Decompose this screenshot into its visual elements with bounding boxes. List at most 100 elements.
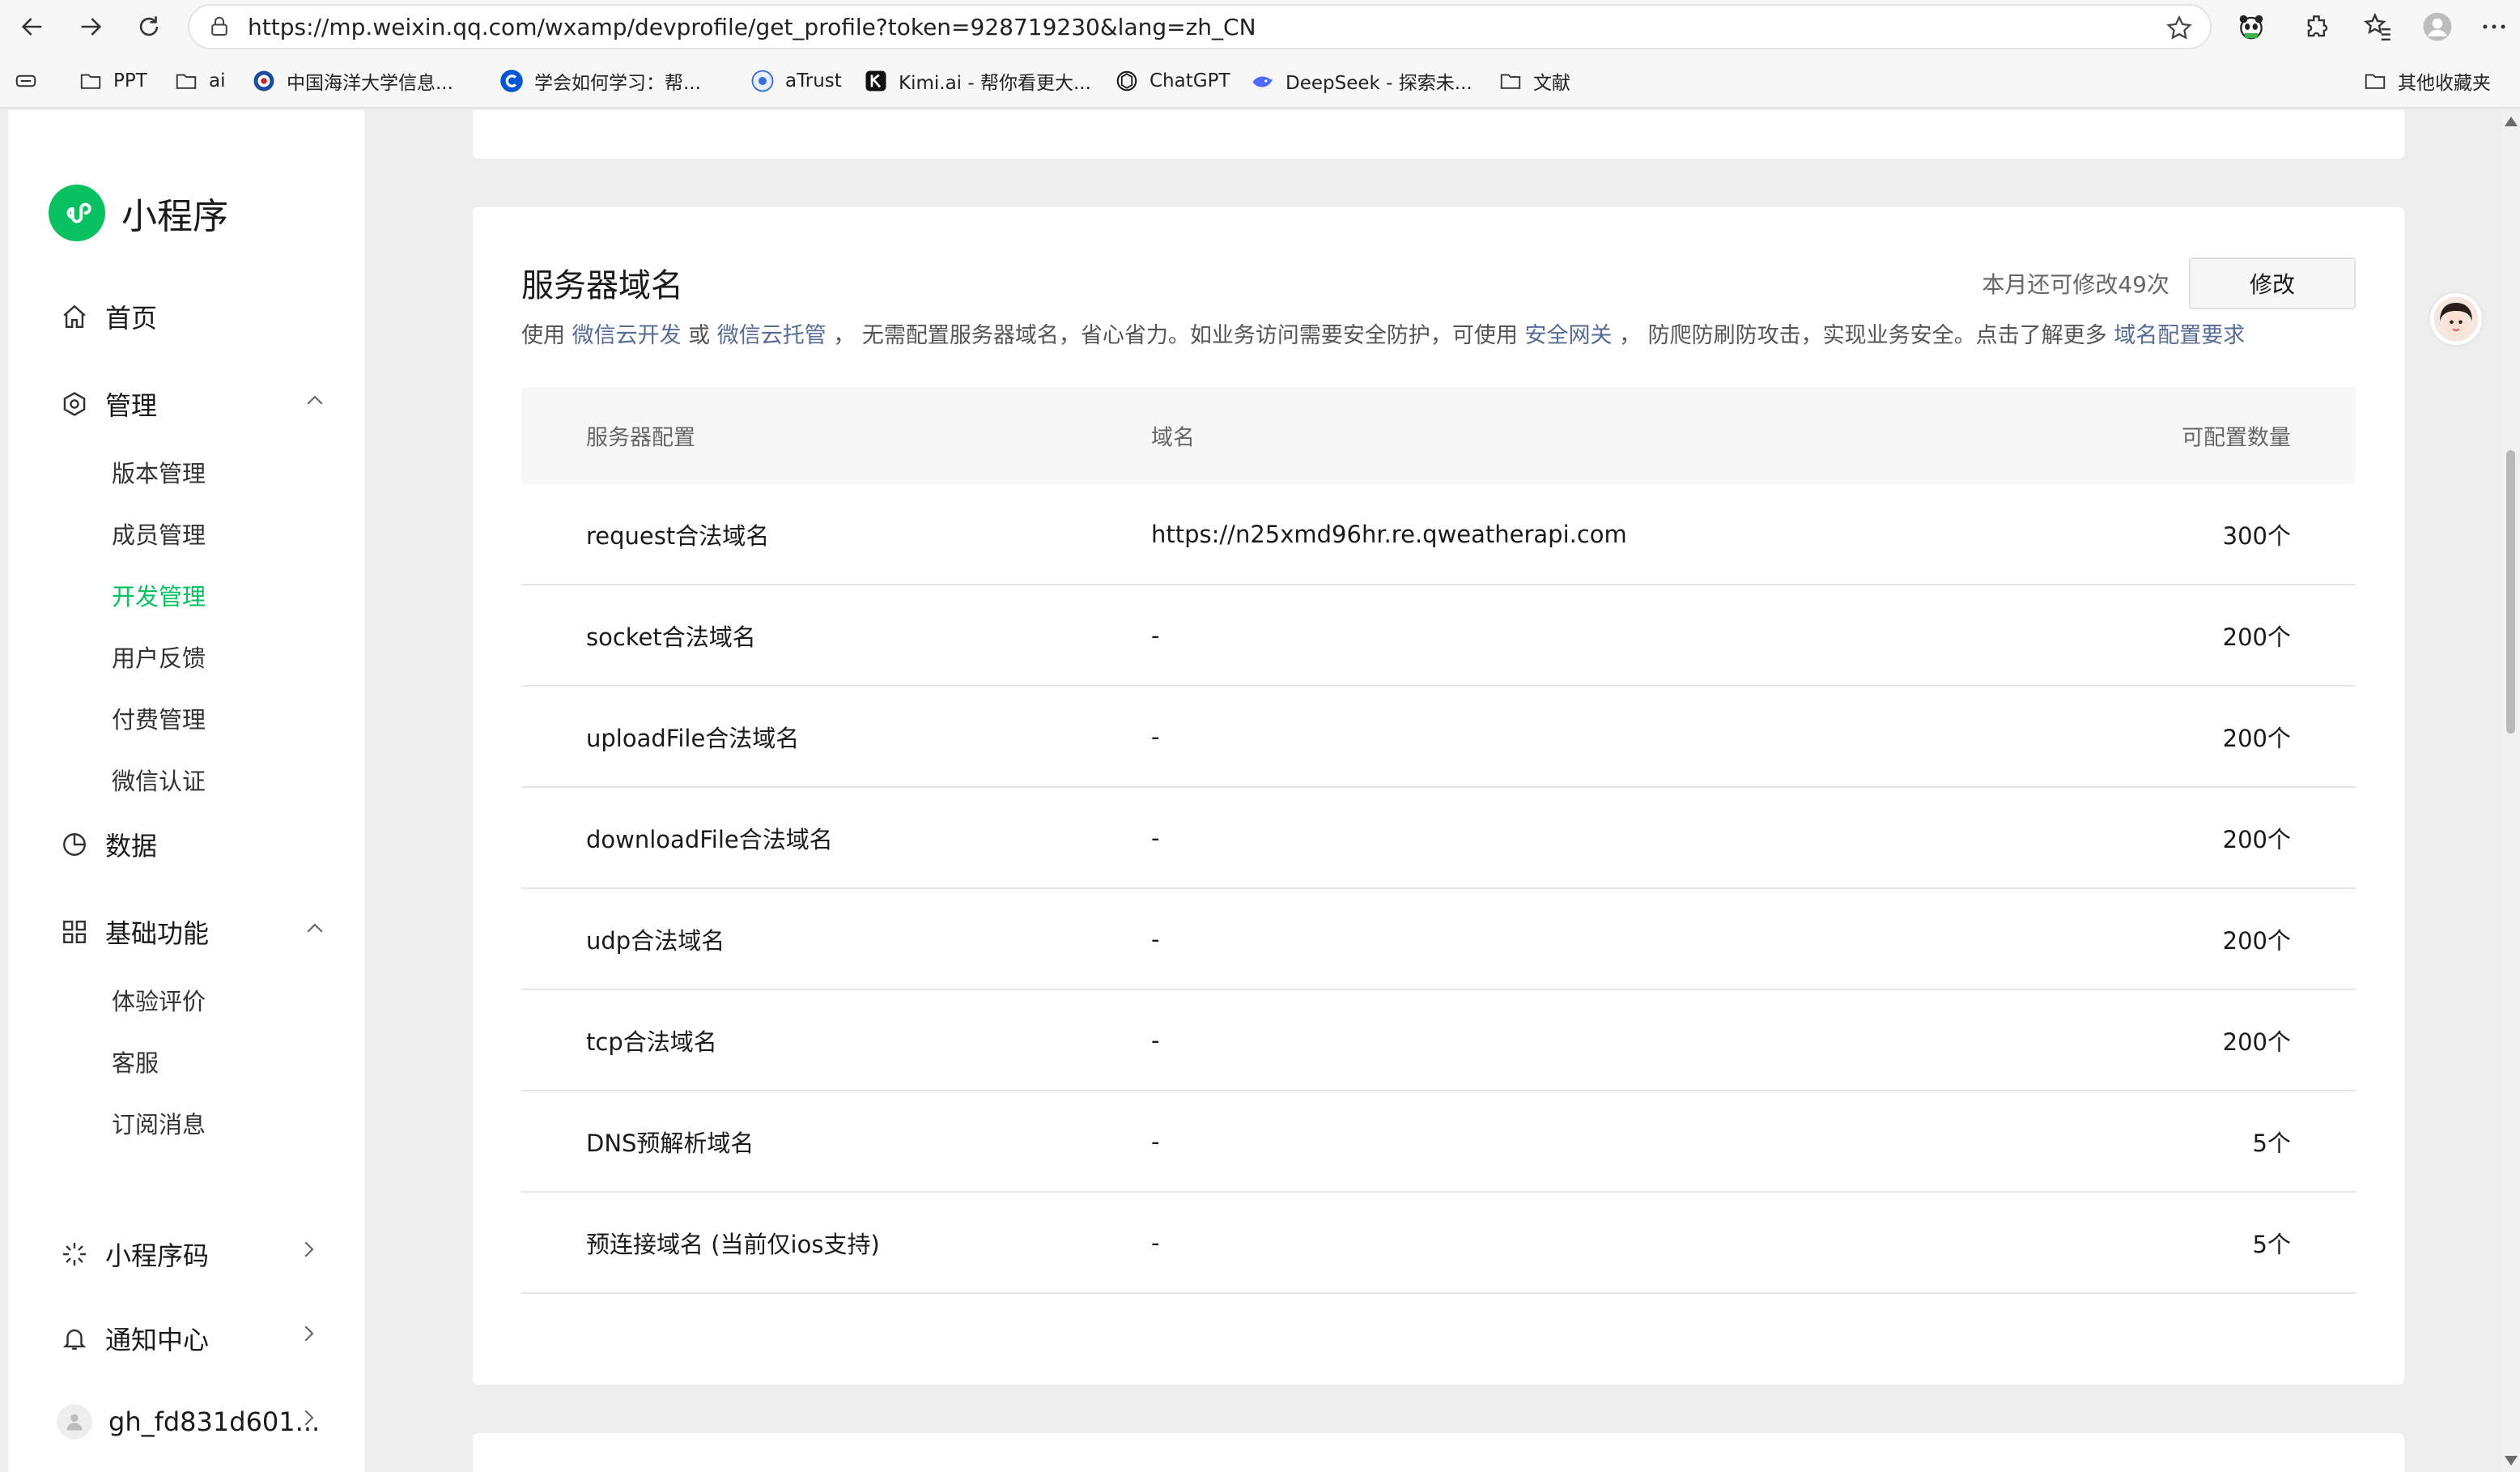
forward-button[interactable] <box>68 4 113 49</box>
app-logo[interactable]: 小程序 <box>49 185 228 241</box>
scroll-up-arrow[interactable] <box>2505 117 2518 126</box>
sidebar-item-members[interactable]: 成员管理 <box>112 517 206 551</box>
chevron-up-icon[interactable] <box>303 389 327 413</box>
row-domain: - <box>1151 925 1160 953</box>
sidebar-item-payment[interactable]: 付费管理 <box>112 701 206 735</box>
chevron-right-icon[interactable] <box>296 1237 321 1261</box>
chevron-up-icon[interactable] <box>303 917 327 941</box>
table-row: request合法域名 https://n25xmd96hr.re.qweath… <box>521 484 2356 585</box>
nav-label: 数据 <box>105 831 158 862</box>
cloud-hosting-link[interactable]: 微信云托管 <box>717 323 827 348</box>
scroll-thumb[interactable] <box>2506 450 2515 734</box>
settings-hexagon-icon <box>60 389 89 419</box>
browser-toolbar: https://mp.weixin.qq.com/wxamp/devprofil… <box>0 0 2520 53</box>
bookmark-label: DeepSeek - 探索未... <box>1285 73 1472 94</box>
row-count: 200个 <box>2222 825 2291 853</box>
nav-qrcode[interactable]: 小程序码 <box>60 1236 209 1273</box>
modify-button[interactable]: 修改 <box>2189 257 2356 309</box>
domain-table: 服务器配置 域名 可配置数量 request合法域名 https://n25xm… <box>521 387 2356 1294</box>
nav-data[interactable]: 数据 <box>60 826 157 863</box>
home-icon <box>60 302 89 331</box>
university-icon <box>251 68 277 94</box>
row-domain: - <box>1151 1026 1160 1054</box>
main-content: 服务器域名 本月还可修改49次 修改 使用 微信云开发 或 微信云托管 ， 无需… <box>0 110 2501 1472</box>
bookmark-atrust[interactable]: aTrust <box>750 65 842 97</box>
other-bookmarks[interactable]: 其他收藏夹 <box>2362 65 2491 97</box>
nav-home[interactable]: 首页 <box>60 298 157 335</box>
security-gateway-link[interactable]: 安全网关 <box>1525 323 1613 348</box>
nav-basic-features[interactable]: 基础功能 <box>60 913 209 951</box>
bookmark-deepseek[interactable]: DeepSeek - 探索未... <box>1250 65 1472 97</box>
chevron-right-icon[interactable] <box>296 1406 321 1430</box>
page-scrollbar[interactable] <box>2501 110 2520 1472</box>
sidebar-item-subscription[interactable]: 订阅消息 <box>112 1106 206 1140</box>
nav-manage[interactable]: 管理 <box>60 385 157 423</box>
row-domain: - <box>1151 823 1160 852</box>
url-text[interactable]: https://mp.weixin.qq.com/wxamp/devprofil… <box>248 14 1256 40</box>
table-row: DNS预解析域名 - 5个 <box>521 1091 2356 1193</box>
table-row: downloadFile合法域名 - 200个 <box>521 788 2356 889</box>
row-count: 200个 <box>2222 623 2291 651</box>
sidebar-item-experience[interactable]: 体验评价 <box>112 983 206 1017</box>
reload-icon <box>139 16 159 36</box>
user-avatar-icon <box>57 1404 92 1440</box>
previous-card <box>473 110 2404 159</box>
row-config: DNS预解析域名 <box>586 1129 754 1157</box>
domain-requirements-link[interactable]: 域名配置要求 <box>2114 323 2245 348</box>
nav-notifications[interactable]: 通知中心 <box>60 1320 209 1357</box>
more-menu-icon[interactable] <box>2474 6 2514 47</box>
star-icon[interactable] <box>2165 14 2194 43</box>
favorites-icon[interactable] <box>2357 6 2398 47</box>
bookmark-chatgpt[interactable]: ChatGPT <box>1114 65 1230 97</box>
bookmark-coursera[interactable]: 学会如何学习：帮... <box>499 65 701 97</box>
bookmark-label: aTrust <box>785 70 842 91</box>
bookmark-label: ai <box>209 70 226 91</box>
bookmark-label: ChatGPT <box>1150 70 1230 91</box>
back-button[interactable] <box>10 4 55 49</box>
server-domain-card: 服务器域名 本月还可修改49次 修改 使用 微信云开发 或 微信云托管 ， 无需… <box>473 207 2404 1385</box>
folder-icon <box>173 68 199 94</box>
reload-button[interactable] <box>126 4 172 49</box>
sidebar-item-feedback[interactable]: 用户反馈 <box>112 640 206 674</box>
reading-list-icon[interactable] <box>13 65 49 97</box>
desc-text: ， 无需配置服务器域名，省心省力。如业务访问需要安全防护，可使用 <box>826 323 1525 348</box>
next-card <box>473 1433 2404 1472</box>
row-config: udp合法域名 <box>586 926 725 955</box>
grid-apps-icon <box>60 917 89 947</box>
sidebar-item-verification[interactable]: 微信认证 <box>112 763 206 797</box>
nav-account[interactable]: gh_fd831d601... <box>57 1404 320 1440</box>
bookmark-ouc[interactable]: 中国海洋大学信息... <box>251 65 453 97</box>
assistant-avatar[interactable] <box>2429 291 2484 347</box>
table-row: 预连接域名 (当前仅ios支持) - 5个 <box>521 1193 2356 1294</box>
row-domain: - <box>1151 621 1160 649</box>
bookmark-label: PPT <box>113 70 147 91</box>
scroll-down-arrow[interactable] <box>2505 1456 2518 1466</box>
cloud-dev-link[interactable]: 微信云开发 <box>572 323 682 348</box>
deepseek-icon <box>1250 68 1276 94</box>
coursera-icon <box>499 68 525 94</box>
sidebar-item-version[interactable]: 版本管理 <box>112 455 206 489</box>
extensions-puzzle-icon[interactable] <box>2297 6 2338 47</box>
lock-icon <box>211 16 227 36</box>
row-count: 300个 <box>2222 521 2291 550</box>
sidebar-item-development[interactable]: 开发管理 <box>112 578 206 612</box>
account-id: gh_fd831d601... <box>108 1406 321 1437</box>
bookmark-kimi[interactable]: Kimi.ai - 帮你看更大... <box>863 65 1091 97</box>
row-config: uploadFile合法域名 <box>586 724 800 752</box>
bookmark-ai[interactable]: ai <box>173 65 225 97</box>
table-row: tcp合法域名 - 200个 <box>521 990 2356 1091</box>
bookmark-ppt[interactable]: PPT <box>78 65 147 97</box>
address-bar[interactable]: https://mp.weixin.qq.com/wxamp/devprofil… <box>188 4 2212 49</box>
row-count: 5个 <box>2252 1230 2291 1258</box>
table-row: socket合法域名 - 200个 <box>521 585 2356 687</box>
sidebar-item-customer-service[interactable]: 客服 <box>112 1044 159 1078</box>
chevron-right-icon[interactable] <box>296 1321 321 1346</box>
profile-avatar-icon[interactable] <box>2417 6 2458 47</box>
row-count: 200个 <box>2222 724 2291 752</box>
bookmark-papers[interactable]: 文献 <box>1498 65 1570 97</box>
chatgpt-icon <box>1114 68 1140 94</box>
sidebar: 小程序 首页 管理 版本管理 成员管理 开发管理 用户反馈 付费管理 微信认证 … <box>8 110 364 1472</box>
panda-extension-icon[interactable] <box>2231 6 2271 47</box>
mini-program-code-icon <box>60 1240 89 1269</box>
app-name: 小程序 <box>121 196 228 237</box>
